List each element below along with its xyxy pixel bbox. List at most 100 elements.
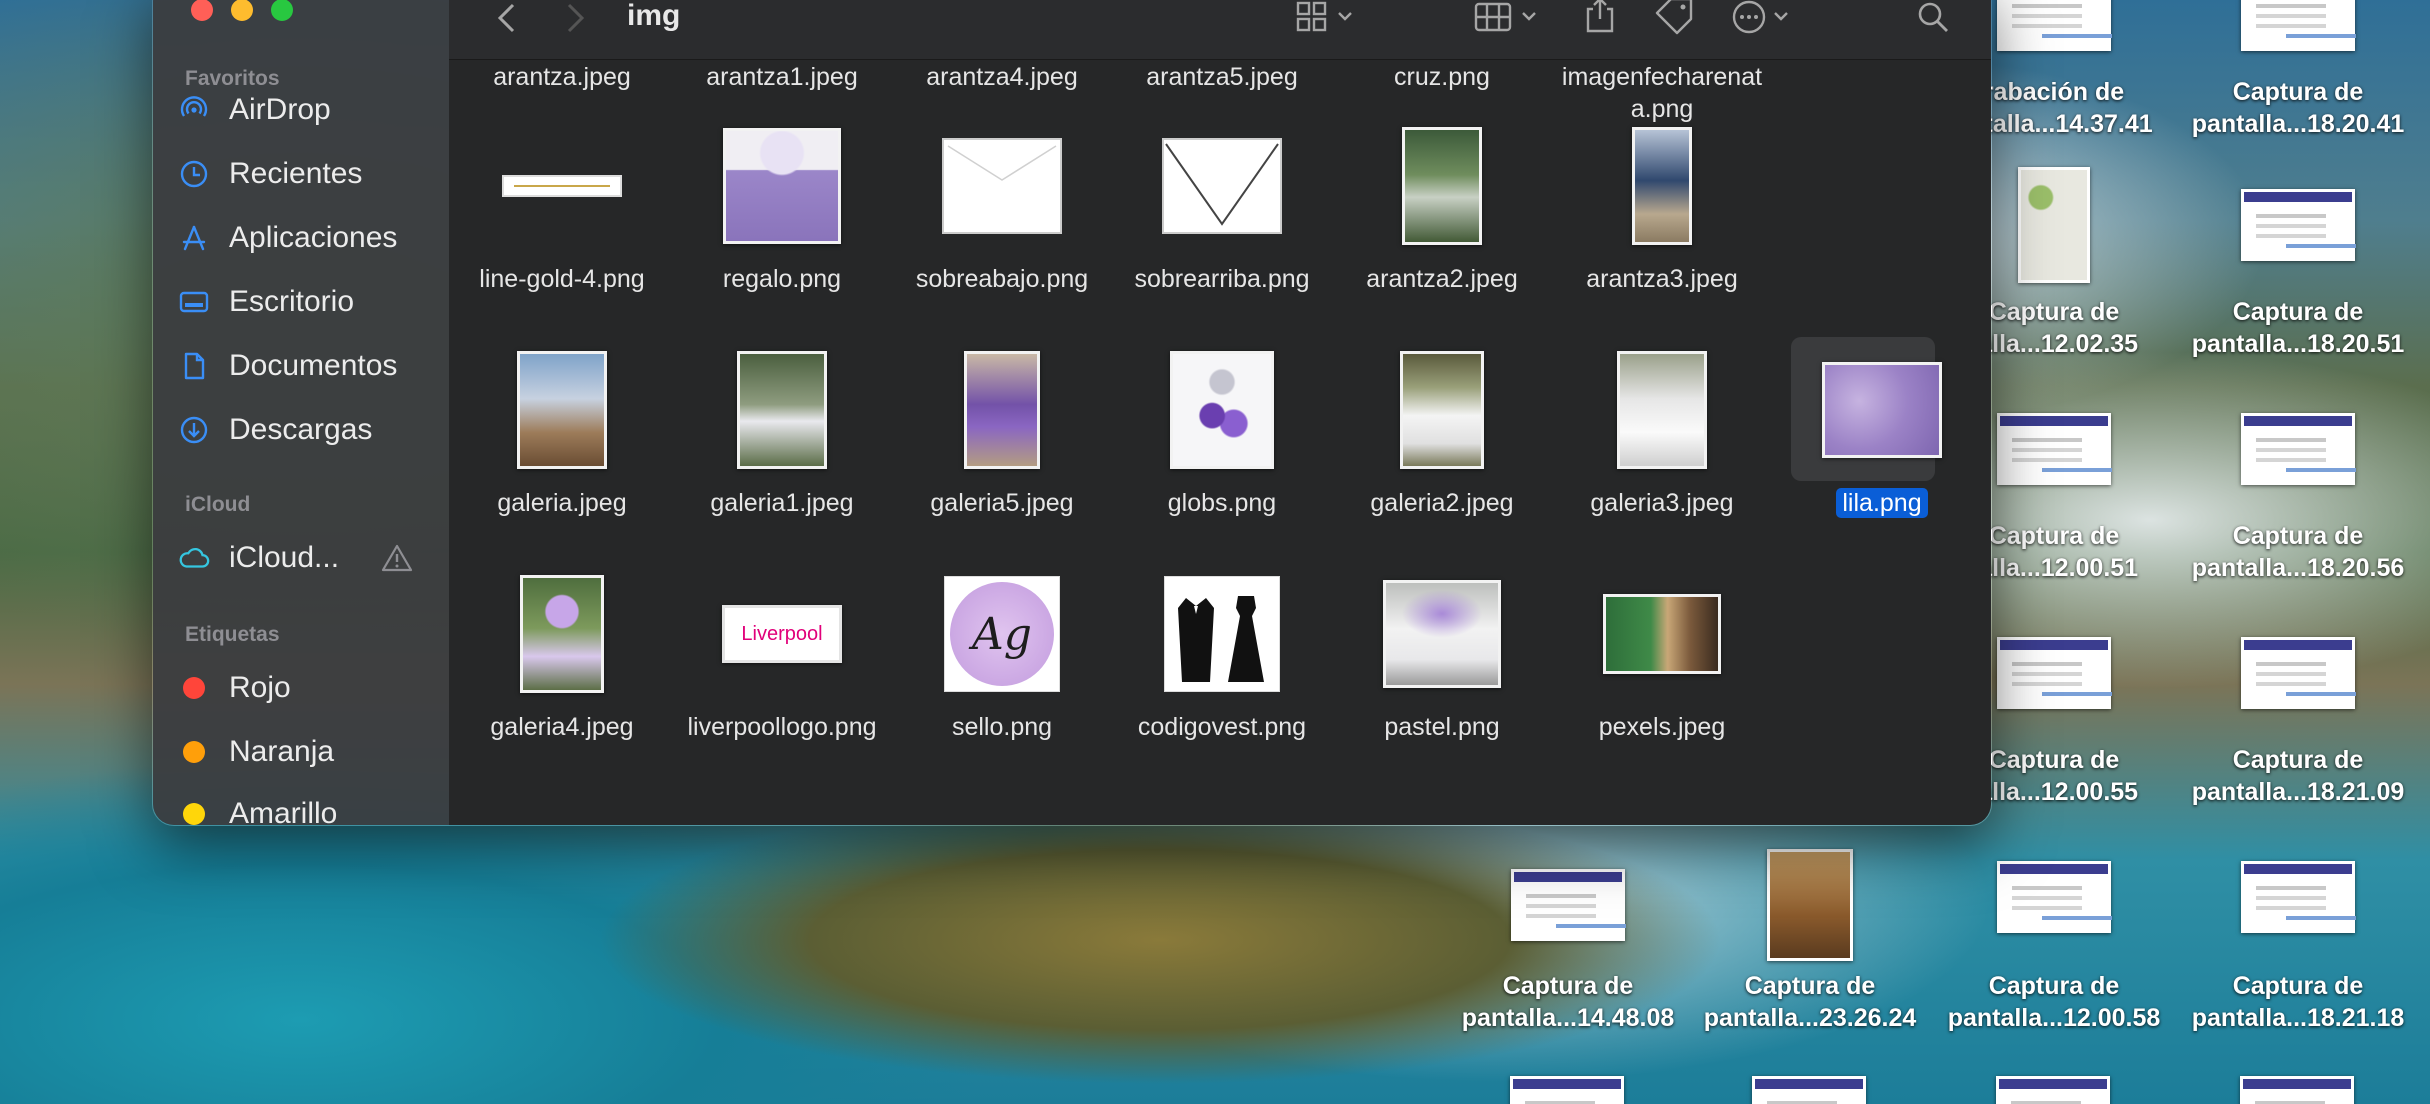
- finder-sidebar: Favoritos AirDrop Recientes Aplicaciones…: [153, 0, 449, 825]
- screenshot-thumbnail: [2241, 0, 2355, 51]
- sidebar-item-label: Escritorio: [229, 285, 355, 318]
- photo-thumbnail: [520, 575, 604, 693]
- desktop-file-name: pantalla...18.21.09: [2191, 778, 2405, 806]
- sidebar-tag-rojo[interactable]: Rojo: [177, 665, 437, 711]
- yellow-tag-dot: [183, 803, 205, 825]
- minimize-button[interactable]: [231, 0, 253, 21]
- file-name: arantza4.jpeg: [926, 63, 1078, 91]
- file-name: line-gold-4.png: [479, 265, 645, 293]
- desktop-file-name: Captura de: [2232, 522, 2364, 550]
- balloons-thumbnail: [1170, 351, 1274, 469]
- airdrop-icon: [177, 94, 211, 126]
- sidebar-item-escritorio[interactable]: Escritorio: [177, 279, 437, 325]
- screenshot-thumbnail[interactable]: [1996, 1076, 2110, 1104]
- desktop-file-name: pantalla...18.20.41: [2191, 110, 2405, 138]
- desktop-file-name: Captura de: [1988, 298, 2120, 326]
- sidebar-item-icloud-drive[interactable]: iCloud...: [177, 535, 437, 581]
- sidebar-item-label: Documentos: [229, 349, 398, 382]
- screenshot-thumbnail: [1997, 413, 2111, 485]
- sidebar-item-aplicaciones[interactable]: Aplicaciones: [177, 215, 437, 261]
- file-name: arantza5.jpeg: [1146, 63, 1298, 91]
- red-tag-dot: [183, 677, 205, 699]
- file-name: sobrearriba.png: [1134, 265, 1310, 293]
- gold-line-thumbnail: [502, 175, 622, 197]
- sidebar-item-label: iCloud...: [229, 541, 340, 574]
- forward-icon[interactable]: [563, 1, 587, 40]
- sidebar-item-airdrop[interactable]: AirDrop: [177, 87, 437, 133]
- finder-content: img arantza.jpeg arantza1.jpeg arantza4.…: [449, 0, 1991, 825]
- liverpool-logo-thumbnail: Liverpool: [722, 605, 842, 663]
- desktop-file-name: talla...12.00.51: [1969, 554, 2139, 582]
- photo-thumbnail: [1632, 127, 1692, 245]
- desktop-file-name: Captura de: [2232, 298, 2364, 326]
- screenshot-thumbnail[interactable]: [1752, 1076, 1866, 1104]
- finder-window: Favoritos AirDrop Recientes Aplicaciones…: [152, 0, 1992, 826]
- file-name: cruz.png: [1394, 63, 1490, 91]
- desktop-file-name: Captura de: [1502, 972, 1634, 1000]
- file-name: arantza3.jpeg: [1586, 265, 1738, 293]
- share-icon[interactable]: [1583, 0, 1617, 40]
- desktop-file-name: pantalla...18.21.18: [2191, 1004, 2405, 1032]
- sidebar-item-documentos[interactable]: Documentos: [177, 343, 437, 389]
- file-name: galeria3.jpeg: [1590, 489, 1734, 517]
- desktop-file-name: talla...12.02.35: [1969, 330, 2139, 358]
- sidebar-tag-amarillo[interactable]: Amarillo: [177, 791, 437, 825]
- envelope-bottom-thumbnail: [942, 138, 1062, 234]
- dress-code-thumbnail: [1164, 576, 1280, 692]
- zoom-button[interactable]: [271, 0, 293, 21]
- file-name: galeria1.jpeg: [710, 489, 854, 517]
- desktop-file-name: pantalla...12.00.58: [1947, 1004, 2161, 1032]
- photo-thumbnail: [1603, 594, 1721, 674]
- photo-thumbnail: [1402, 127, 1482, 245]
- back-icon[interactable]: [495, 1, 519, 40]
- sidebar-item-descargas[interactable]: Descargas: [177, 407, 437, 453]
- sidebar-item-label: Aplicaciones: [229, 221, 398, 254]
- desktop-file-name: pantalla...18.20.56: [2191, 554, 2405, 582]
- file-name: liverpoollogo.png: [687, 713, 877, 741]
- plant-thumbnail: [2018, 167, 2090, 283]
- document-icon: [177, 350, 211, 382]
- tag-icon[interactable]: [1653, 0, 1697, 40]
- screenshot-thumbnail[interactable]: [2240, 1076, 2354, 1104]
- screenshot-thumbnail[interactable]: [1510, 1076, 1624, 1104]
- sidebar-item-label: AirDrop: [229, 93, 331, 126]
- clock-icon: [177, 158, 211, 190]
- liverpool-logo-text: Liverpool: [741, 622, 823, 645]
- sidebar-item-label: Rojo: [229, 671, 291, 704]
- file-name: codigovest.png: [1137, 713, 1307, 741]
- desktop-file-name: Captura de: [1988, 522, 2120, 550]
- desktop-file-name: Captura de: [2232, 972, 2364, 1000]
- warning-icon: [381, 543, 413, 581]
- group-icon[interactable]: [1473, 0, 1549, 40]
- desktop-file-name: Captura de: [1988, 746, 2120, 774]
- photo-thumbnail: [517, 351, 607, 469]
- file-name: sello.png: [951, 713, 1053, 741]
- file-name: globs.png: [1167, 489, 1277, 517]
- cloud-icon: [177, 542, 211, 574]
- screenshot-thumbnail: [2241, 189, 2355, 261]
- file-name: regalo.png: [722, 265, 842, 293]
- more-actions-icon[interactable]: [1731, 0, 1801, 40]
- desktop-file-name: Captura de: [1744, 972, 1876, 1000]
- sidebar-heading-etiquetas: Etiquetas: [185, 623, 280, 646]
- photo-thumbnail: [1617, 351, 1707, 469]
- envelope-top-thumbnail: [1162, 138, 1282, 234]
- sidebar-item-label: Recientes: [229, 157, 363, 190]
- sidebar-tag-naranja[interactable]: Naranja: [177, 729, 437, 775]
- search-icon[interactable]: [1915, 0, 1951, 40]
- icon-view-icon[interactable]: [1295, 0, 1365, 40]
- download-icon: [177, 414, 211, 446]
- file-name: galeria4.jpeg: [490, 713, 634, 741]
- desktop-file-name: talla...12.00.55: [1969, 778, 2139, 806]
- gift-box-thumbnail: [723, 128, 841, 244]
- screenshot-thumbnail: [1511, 869, 1625, 941]
- sidebar-item-recientes[interactable]: Recientes: [177, 151, 437, 197]
- applications-icon: [177, 222, 211, 254]
- cake-thumbnail: [1383, 580, 1501, 688]
- close-button[interactable]: [191, 0, 213, 21]
- sidebar-item-label: Naranja: [229, 735, 335, 768]
- file-name: arantza2.jpeg: [1366, 265, 1518, 293]
- screenshot-thumbnail: [2241, 637, 2355, 709]
- sidebar-heading-icloud: iCloud: [185, 493, 251, 516]
- file-name: pexels.jpeg: [1598, 713, 1726, 741]
